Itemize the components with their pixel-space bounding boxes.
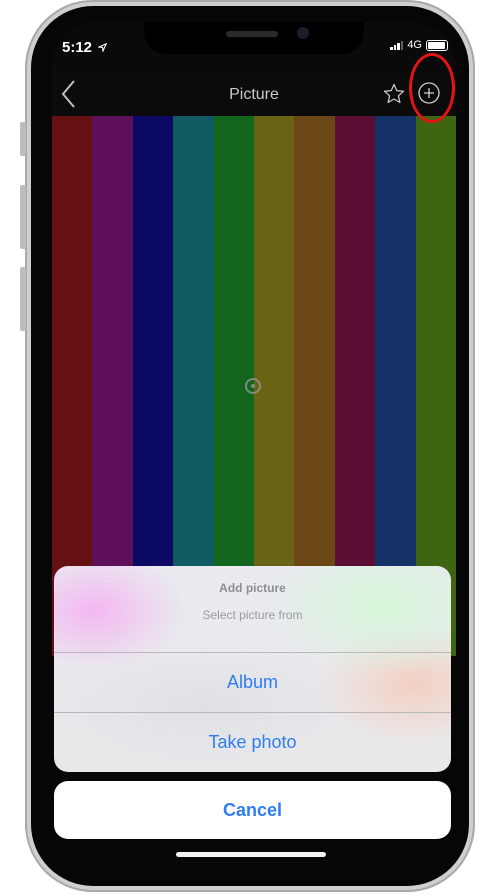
location-arrow-icon — [97, 42, 108, 54]
volume-up-button — [20, 185, 26, 249]
status-time: 5:12 — [62, 39, 108, 56]
network-label: 4G — [407, 39, 422, 51]
battery-icon — [426, 39, 448, 51]
cancel-button[interactable]: Cancel — [54, 781, 451, 839]
front-camera — [297, 27, 309, 39]
navigation-bar: Picture — [52, 74, 456, 116]
home-indicator[interactable] — [176, 852, 326, 857]
action-sheet: Add picture Select picture from Album Ta… — [54, 566, 451, 772]
crosshair-icon — [245, 378, 261, 394]
action-sheet-title: Add picture — [219, 581, 286, 595]
mute-switch — [20, 122, 26, 156]
highlight-annotation — [409, 53, 455, 123]
album-option[interactable]: Album — [54, 653, 451, 712]
take-photo-option[interactable]: Take photo — [54, 712, 451, 772]
notch — [144, 22, 364, 54]
action-sheet-subtitle: Select picture from — [202, 608, 303, 622]
favorite-button[interactable] — [382, 82, 406, 106]
status-indicators: 4G — [390, 39, 448, 51]
screen: 5:12 4G Picture Add picture Select pictu… — [52, 22, 456, 870]
action-sheet-header: Add picture Select picture from — [54, 566, 451, 653]
volume-down-button — [20, 267, 26, 331]
signal-icon — [390, 40, 404, 50]
star-icon — [383, 83, 405, 104]
speaker — [226, 31, 278, 37]
